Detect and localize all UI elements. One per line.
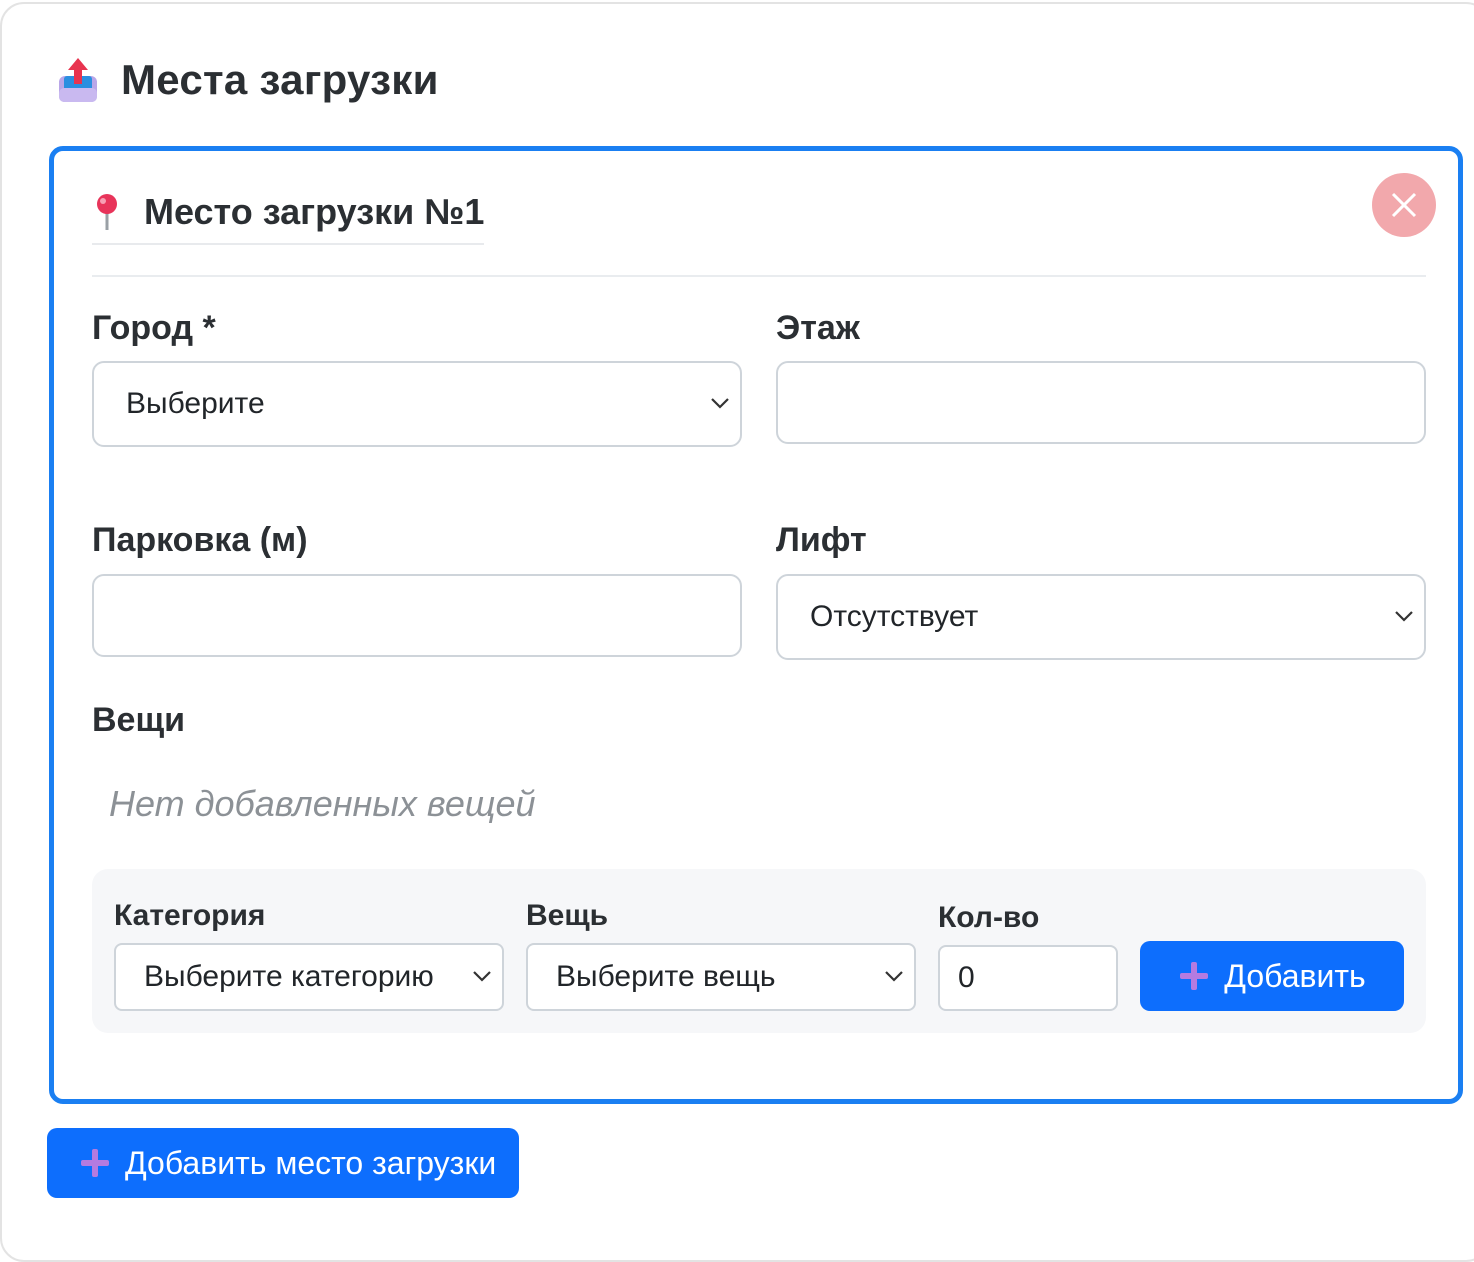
elevator-label: Лифт xyxy=(776,521,867,559)
add-item-button-label: Добавить xyxy=(1224,957,1366,994)
floor-label: Этаж xyxy=(776,309,860,347)
loading-place-card: Место загрузки №1 Город * Выберите Этаж … xyxy=(49,146,1463,1104)
empty-items-note: Нет добавленных вещей xyxy=(109,783,536,824)
item-label: Вещь xyxy=(526,899,609,932)
card-title: Место загрузки №1 xyxy=(144,191,485,232)
plus-icon xyxy=(81,1149,109,1177)
add-item-form: Категория Выберите категорию Вещь Выбери… xyxy=(92,869,1426,1033)
elevator-select[interactable]: Отсутствует xyxy=(776,574,1426,660)
city-select[interactable]: Выберите xyxy=(92,361,742,447)
floor-input[interactable] xyxy=(776,361,1426,444)
category-select[interactable]: Выберите категорию xyxy=(114,943,504,1011)
item-select[interactable]: Выберите вещь xyxy=(526,943,916,1011)
category-select-value: Выберите категорию xyxy=(144,960,434,993)
chevron-down-icon xyxy=(711,398,729,409)
add-location-button-label: Добавить место загрузки xyxy=(125,1144,497,1181)
section-header: Места загрузки xyxy=(57,54,439,106)
close-icon xyxy=(1391,192,1417,218)
category-label: Категория xyxy=(114,899,266,932)
round-pushpin-icon xyxy=(92,192,122,232)
parking-input[interactable] xyxy=(92,574,742,657)
loading-places-panel: Места загрузки Место загрузки №1 Город * xyxy=(0,2,1474,1262)
add-location-button[interactable]: Добавить место загрузки xyxy=(47,1128,519,1198)
quantity-input-value: 0 xyxy=(958,961,975,994)
chevron-down-icon xyxy=(473,971,491,982)
parking-label: Парковка (м) xyxy=(92,521,308,559)
chevron-down-icon xyxy=(885,971,903,982)
city-select-value: Выберите xyxy=(126,387,265,420)
remove-location-button[interactable] xyxy=(1372,173,1436,237)
section-title: Места загрузки xyxy=(121,56,439,103)
city-label: Город * xyxy=(92,309,216,347)
elevator-select-value: Отсутствует xyxy=(810,600,979,633)
add-item-button[interactable]: Добавить xyxy=(1140,941,1404,1011)
card-divider xyxy=(92,275,1426,277)
item-select-value: Выберите вещь xyxy=(556,960,776,993)
outbox-tray-icon xyxy=(57,54,99,106)
quantity-input[interactable]: 0 xyxy=(938,945,1118,1011)
chevron-down-icon xyxy=(1395,611,1413,622)
items-label: Вещи xyxy=(92,701,186,739)
plus-icon xyxy=(1180,962,1209,990)
quantity-label: Кол-во xyxy=(938,901,1040,934)
card-header: Место загрузки №1 xyxy=(92,191,485,245)
